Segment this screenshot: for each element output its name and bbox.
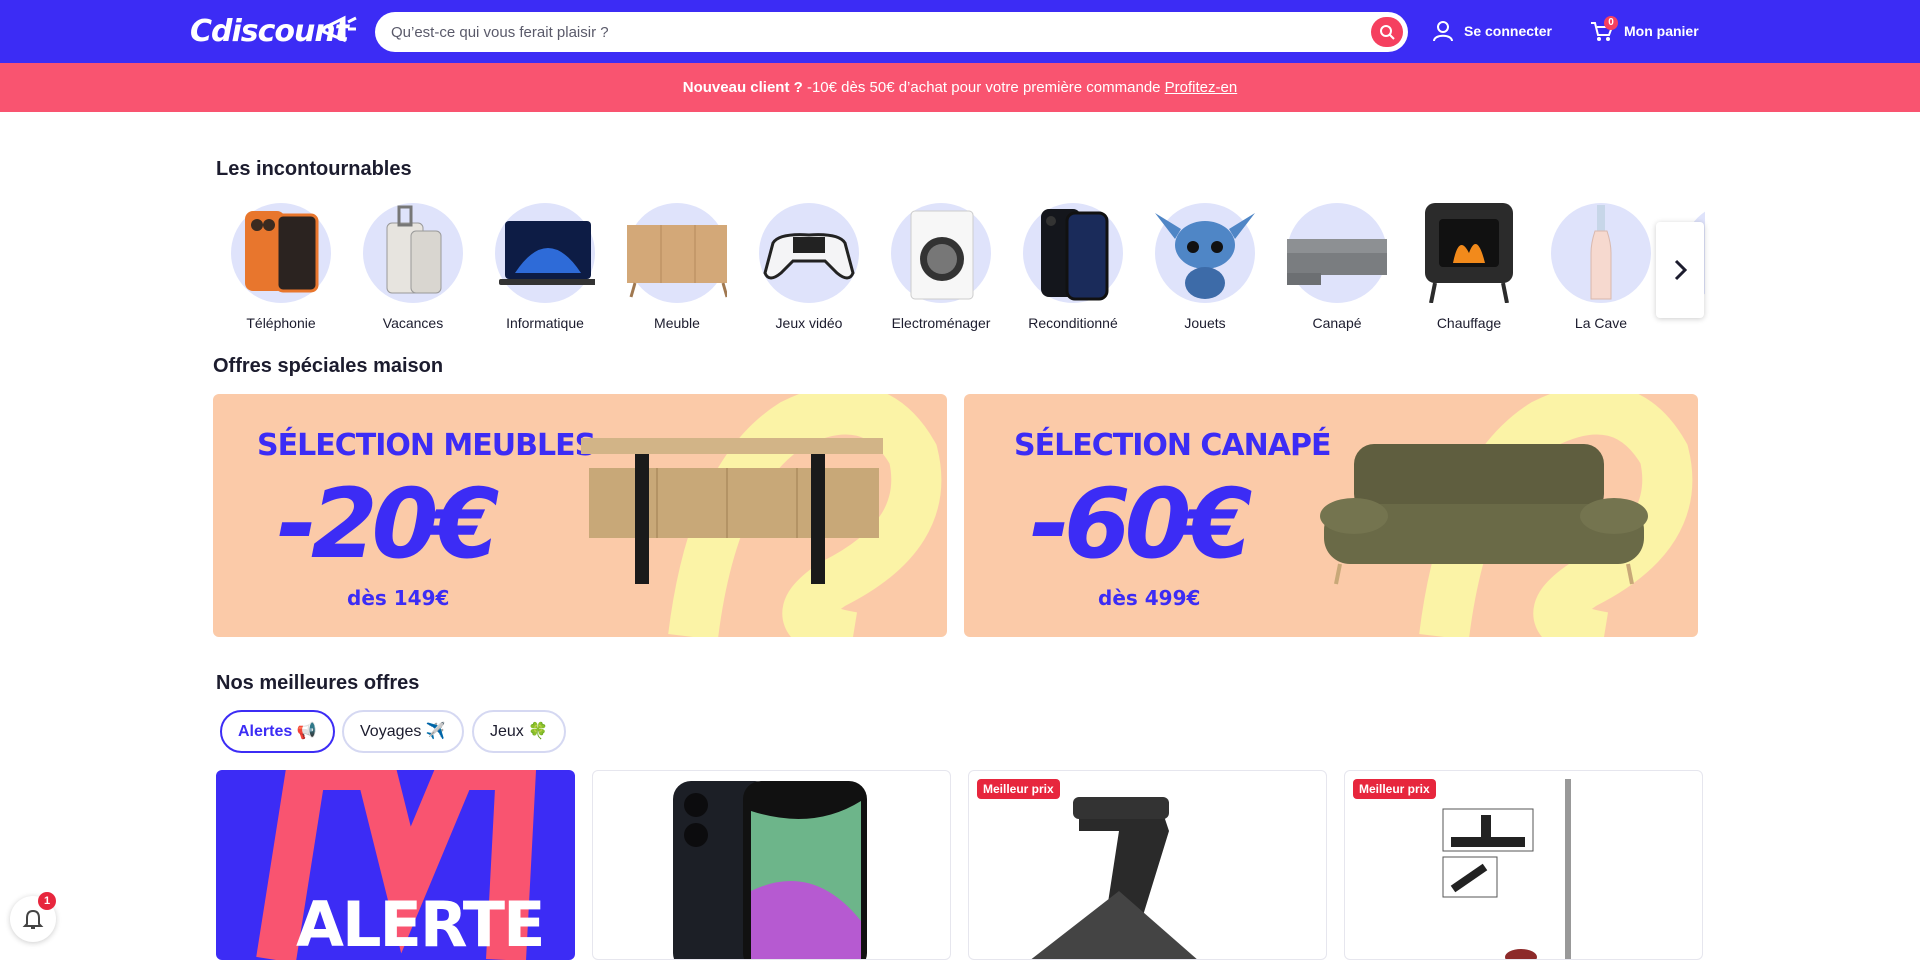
plush-toy-icon — [1155, 203, 1255, 303]
iphone-image — [673, 781, 867, 959]
category-telephonie[interactable]: Téléphonie — [215, 203, 347, 331]
search-button[interactable] — [1371, 17, 1403, 47]
header: Cdiscount Se connecter 0 Mon panier — [0, 0, 1920, 63]
banner-discount: -60€ — [1030, 468, 1252, 580]
sideboard-icon — [627, 203, 727, 303]
category-label: Meuble — [654, 315, 700, 331]
sofa-icon — [1287, 203, 1387, 303]
user-icon — [1433, 21, 1453, 42]
washing-machine-icon — [891, 203, 991, 303]
carousel-next-button[interactable] — [1656, 222, 1704, 318]
bell-icon — [22, 909, 44, 929]
alert-text: ALERTE — [296, 888, 545, 960]
phone-icon — [231, 203, 331, 303]
sofa-image — [1320, 444, 1648, 585]
stove-icon — [1419, 203, 1519, 303]
promo-text: -10€ dès 50€ d’achat pour votre première… — [802, 79, 1165, 96]
promo-link[interactable]: Profitez-en — [1165, 79, 1238, 96]
category-label: Electroménager — [891, 315, 991, 331]
category-label: Vacances — [382, 315, 444, 331]
product-card[interactable] — [592, 770, 951, 960]
meilleures-title: Nos meilleures offres — [216, 672, 420, 694]
login-link[interactable]: Se connecter — [1432, 20, 1552, 42]
product-card-alert[interactable]: ALERTE — [216, 770, 575, 960]
banner-condition: dès 149€ — [347, 586, 450, 610]
banner-heading: SÉLECTION MEUBLES — [257, 428, 596, 463]
promo-banner: Nouveau client ? -10€ dès 50€ d’achat po… — [0, 63, 1920, 112]
banner-heading: SÉLECTION CANAPÉ — [1014, 428, 1331, 463]
promo-bold: Nouveau client ? — [682, 79, 803, 96]
tab-alertes[interactable]: Alertes 📢 — [220, 710, 335, 753]
category-label: Téléphonie — [246, 315, 316, 331]
cart-count-badge: 0 — [1604, 16, 1618, 30]
cdiscount-logo[interactable]: Cdiscount — [190, 12, 358, 52]
category-vacances[interactable]: Vacances — [347, 203, 479, 331]
category-jouets[interactable]: Jouets — [1139, 203, 1271, 331]
notification-count-badge: 1 — [38, 892, 56, 910]
best-price-badge: Meilleur prix — [977, 779, 1060, 799]
category-jeux-video[interactable]: Jeux vidéo — [743, 203, 875, 331]
product-card[interactable]: Meilleur prix — [1344, 770, 1703, 960]
category-label: Jouets — [1184, 315, 1226, 331]
category-label: Jeux vidéo — [775, 315, 843, 331]
laptop-icon — [495, 203, 595, 303]
category-meuble[interactable]: Meuble — [611, 203, 743, 331]
cart-link[interactable]: 0 Mon panier — [1590, 16, 1699, 42]
banner-discount: -20€ — [277, 468, 499, 580]
category-label: Canapé — [1312, 315, 1362, 331]
chevron-right-icon — [1674, 259, 1688, 281]
wine-bottle-icon — [1551, 203, 1651, 303]
megaphone-icon — [322, 15, 357, 43]
smartphone-icon — [1023, 203, 1123, 303]
category-carousel: Téléphonie Vacances Informatique Meuble … — [215, 203, 1705, 333]
search-input[interactable] — [391, 12, 1331, 52]
category-la-cave[interactable]: La Cave — [1535, 203, 1667, 331]
category-reconditionne[interactable]: Reconditionné — [1007, 203, 1139, 331]
suitcase-icon — [363, 203, 463, 303]
banner-meubles[interactable]: SÉLECTION MEUBLES -20€ dès 149€ — [213, 394, 947, 637]
category-informatique[interactable]: Informatique — [479, 203, 611, 331]
category-canape[interactable]: Canapé — [1271, 203, 1403, 331]
category-electromenager[interactable]: Electroménager — [875, 203, 1007, 331]
banner-condition: dès 499€ — [1098, 586, 1201, 610]
offres-title: Offres spéciales maison — [213, 355, 444, 377]
best-price-badge: Meilleur prix — [1353, 779, 1436, 799]
banner-canape[interactable]: SÉLECTION CANAPÉ -60€ dès 499€ — [964, 394, 1698, 637]
incontournables-title: Les incontournables — [216, 158, 412, 180]
notification-button[interactable]: 1 — [10, 892, 56, 942]
category-label: La Cave — [1574, 315, 1628, 331]
sideboard-image — [581, 438, 883, 584]
category-label: Reconditionné — [1028, 315, 1118, 331]
cart-label: Mon panier — [1624, 23, 1699, 39]
category-chauffage[interactable]: Chauffage — [1403, 203, 1535, 331]
tab-voyages[interactable]: Voyages ✈️ — [342, 710, 464, 753]
login-label: Se connecter — [1464, 23, 1552, 39]
search-bar — [375, 12, 1408, 52]
tab-jeux[interactable]: Jeux 🍀 — [472, 710, 567, 753]
gamepad-icon — [759, 203, 859, 303]
treadmill-image — [1031, 797, 1197, 959]
search-icon — [1380, 25, 1395, 40]
category-label: Chauffage — [1436, 315, 1502, 331]
vacuum-image — [1442, 779, 1571, 959]
category-label: Informatique — [506, 315, 584, 331]
product-card[interactable]: Meilleur prix — [968, 770, 1327, 960]
